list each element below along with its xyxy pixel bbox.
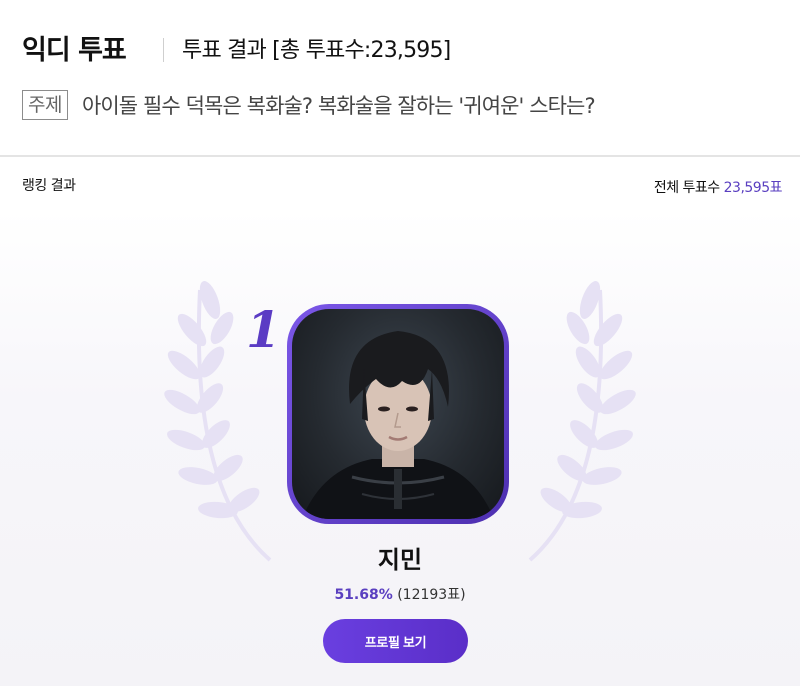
- winner-photo-frame[interactable]: [287, 304, 509, 524]
- topic-text: 아이돌 필수 덕목은 복화술? 복화술을 잘하는 '귀여운' 스타는?: [81, 94, 596, 118]
- winner-percent: 51.68%: [334, 587, 393, 603]
- winner-photo: [292, 309, 504, 519]
- header-divider-line: [0, 155, 800, 157]
- page-header: 익디 투표 투표 결과 [총 투표수:23,595] 주제 아이돌 필수 덕목은…: [0, 0, 800, 156]
- total-votes-value: 23,595표: [723, 180, 783, 196]
- result-title: 투표 결과 [총 투표수:23,595]: [182, 38, 451, 63]
- rank-number: 1: [246, 300, 281, 359]
- total-votes-label: 전체 투표수: [653, 180, 720, 196]
- topic-row: 주제 아이돌 필수 덕목은 복화술? 복화술을 잘하는 '귀여운' 스타는?: [22, 90, 596, 120]
- winner-votes: (12193표): [397, 587, 466, 603]
- topic-badge: 주제: [22, 90, 68, 120]
- total-votes: 전체 투표수 23,595표: [653, 177, 783, 197]
- brand-title[interactable]: 익디 투표: [22, 28, 127, 67]
- view-profile-button[interactable]: 프로필 보기: [323, 619, 468, 663]
- ranking-label: 랭킹 결과: [22, 178, 76, 194]
- laurel-right-icon: [528, 281, 636, 562]
- portrait-illustration: [302, 331, 494, 519]
- winner-stats: 51.68% (12193표): [0, 584, 800, 604]
- winner-name: 지민: [377, 546, 423, 574]
- header-divider: [163, 38, 164, 62]
